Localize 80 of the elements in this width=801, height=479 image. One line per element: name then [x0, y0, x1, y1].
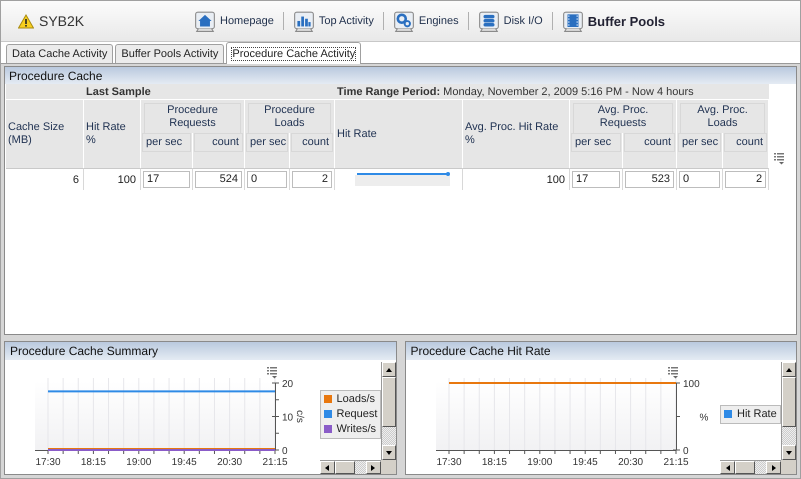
legend-label: Loads/s: [336, 392, 376, 406]
panel-title: Procedure Cache Hit Rate: [406, 342, 796, 360]
table-cell: 100: [84, 168, 141, 190]
table-cell: 2: [725, 171, 766, 188]
bar-chart-icon: [292, 10, 315, 32]
tab[interactable]: Buffer Pools Activity: [115, 44, 224, 63]
panel-title: Procedure Cache: [5, 67, 796, 84]
table-cell: 2: [292, 171, 332, 188]
table-cell: 6: [6, 168, 84, 190]
tick-label: 18:15: [80, 457, 106, 468]
tab[interactable]: Data Cache Activity: [6, 44, 114, 63]
scrollbar-corner: [781, 460, 796, 474]
legend-label: Request: [336, 408, 378, 420]
tab[interactable]: Procedure Cache Activity: [226, 42, 362, 64]
tick-label: 0: [682, 446, 688, 457]
axis-title: %: [699, 412, 708, 424]
y-axis: [272, 382, 280, 450]
scrollbar[interactable]: [320, 460, 380, 474]
legend-label: Writes/s: [336, 422, 376, 436]
nav-link[interactable]: Homepage: [194, 10, 274, 32]
panel-title: Procedure Cache Summary: [5, 342, 396, 360]
table-cell: 524: [195, 171, 242, 188]
table-cell: 523: [625, 171, 674, 188]
nav-link[interactable]: Top Activity: [292, 10, 374, 32]
tick-label: 100: [682, 379, 700, 390]
server-name: SYB2K: [39, 13, 84, 29]
tick-label: 19:45: [172, 457, 197, 468]
table-cell: 0: [247, 171, 287, 188]
column-header: Avg. Proc. Hit Rate %: [463, 99, 570, 168]
home-icon: [194, 10, 216, 32]
menu-icon[interactable]: [774, 153, 784, 164]
film-strip-icon: [562, 10, 584, 32]
database-icon: [478, 10, 500, 32]
column-group-header: Time Range Period: Monday, November 2, 2009 5:16 PM - Now 4 hours: [335, 84, 770, 99]
column-header: per sec: [571, 133, 622, 152]
scrollbar[interactable]: [380, 362, 396, 460]
nav-link[interactable]: Engines: [392, 10, 459, 32]
legend-label: Hit Rate: [737, 408, 777, 420]
table-cell: 17: [572, 171, 620, 188]
tick-label: 0: [282, 446, 288, 457]
column-header: count: [624, 133, 676, 152]
tick-label: 17:30: [436, 457, 462, 468]
tick-label: 19:00: [126, 457, 152, 468]
scrollbar-corner: [380, 460, 396, 474]
column-header: Hit Rate %: [84, 99, 141, 168]
menu-icon[interactable]: [267, 367, 277, 378]
column-header: count: [291, 133, 334, 152]
column-header: Procedure Requests: [144, 103, 241, 133]
tick-label: 20: [282, 379, 294, 390]
tick-label: 18:15: [481, 457, 506, 468]
column-header: Hit Rate: [335, 99, 464, 168]
column-header: per sec: [142, 133, 191, 152]
column-group-header: Last Sample: [84, 84, 336, 99]
column-header: per sec: [246, 133, 288, 152]
scrollbar[interactable]: [781, 362, 796, 460]
nav-link[interactable]: Buffer Pools: [562, 10, 666, 32]
column-header: Cache Size (MB): [6, 99, 84, 168]
table-cell: 100: [463, 168, 570, 190]
y-axis: [672, 382, 680, 450]
tick-label: 10: [282, 412, 294, 424]
menu-icon[interactable]: [668, 367, 678, 378]
tick-label: 17:30: [35, 457, 61, 468]
column-header: per sec: [678, 133, 722, 152]
table-cell: 17: [143, 171, 190, 188]
tick-label: 19:45: [572, 457, 598, 468]
tick-label: 19:00: [526, 457, 552, 468]
column-header: Avg. Proc. Requests: [573, 103, 674, 133]
column-header: count: [724, 133, 768, 152]
tick-label: 21:15: [262, 457, 288, 468]
axis-title: c/s: [294, 410, 305, 423]
column-header: Avg. Proc. Loads: [680, 103, 766, 133]
tick-label: 21:15: [662, 457, 688, 468]
table-cell: 0: [679, 171, 720, 188]
tick-label: 20:30: [618, 457, 643, 468]
column-header: count: [194, 133, 243, 152]
gears-icon: [392, 10, 415, 32]
tick-label: 20:30: [217, 457, 242, 468]
scrollbar[interactable]: [720, 460, 781, 474]
nav-link[interactable]: Disk I/O: [478, 10, 543, 32]
column-header: Procedure Loads: [248, 103, 332, 133]
